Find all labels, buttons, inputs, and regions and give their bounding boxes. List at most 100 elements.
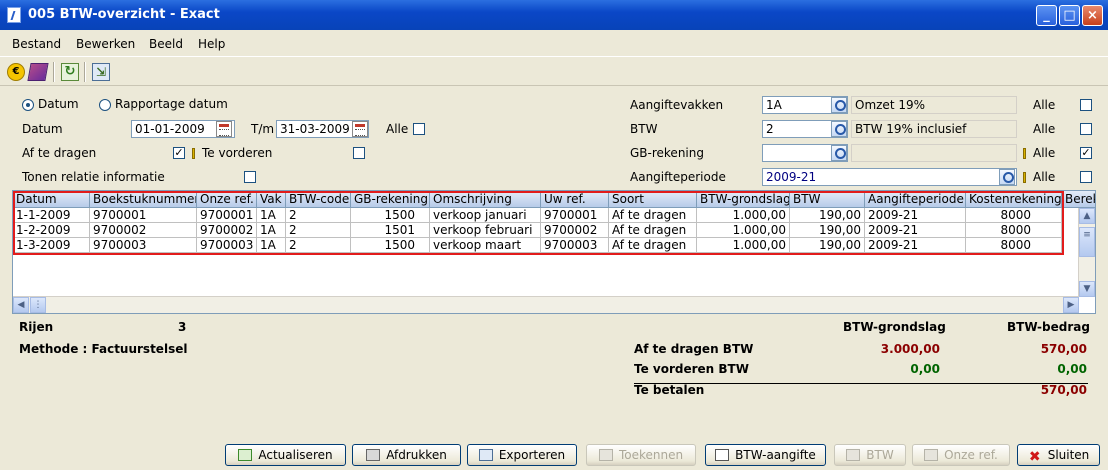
column-header[interactable]: Onze ref. <box>197 191 257 208</box>
column-header[interactable]: GB-rekening <box>351 191 430 208</box>
table-cell: 9700002 <box>541 223 609 238</box>
table-cell: verkoop januari <box>430 208 541 223</box>
aangiftevakken-label: Aangiftevakken <box>630 98 724 112</box>
window-title: 005 BTW-overzicht - Exact <box>28 7 220 22</box>
table-cell: 1.000,00 <box>697 238 790 253</box>
column-header[interactable]: BTW-grondslag <box>697 191 790 208</box>
exporteren-button[interactable]: Exporteren <box>467 444 577 466</box>
calendar-icon[interactable] <box>216 121 232 137</box>
table-cell: 1501 <box>351 223 430 238</box>
afdrukken-button[interactable]: Afdrukken <box>352 444 461 466</box>
af-te-dragen-btw-label: Af te dragen BTW <box>634 342 754 356</box>
close-icon: ✖ <box>1028 449 1041 465</box>
maximize-button[interactable]: □ <box>1059 5 1080 26</box>
menu-bestand[interactable]: Bestand <box>12 37 61 51</box>
toolbar-separator <box>53 62 55 82</box>
tonen-relatie-checkbox[interactable] <box>244 171 256 183</box>
column-header[interactable]: Soort <box>609 191 697 208</box>
table-cell: 2009-21 <box>865 223 966 238</box>
indicator-icon <box>1023 172 1026 183</box>
actualiseren-button[interactable]: Actualiseren <box>225 444 346 466</box>
vertical-scrollbar[interactable]: ▲ ≡ ▼ <box>1078 208 1095 297</box>
column-header[interactable]: Boekstuknummer <box>90 191 197 208</box>
aangiftevakken-alle-label: Alle <box>1033 98 1056 112</box>
radio-rapportage-label: Rapportage datum <box>115 97 228 111</box>
datum-alle-checkbox[interactable] <box>413 123 425 135</box>
column-header[interactable]: Kostenrekening <box>966 191 1062 208</box>
column-header[interactable]: Berek <box>1062 191 1095 208</box>
lookup-icon[interactable] <box>999 169 1015 185</box>
menu-beeld[interactable]: Beeld <box>149 37 183 51</box>
lookup-icon[interactable] <box>831 145 847 161</box>
periode-alle-checkbox[interactable] <box>1080 171 1092 183</box>
close-button[interactable]: × <box>1082 5 1103 26</box>
aangiftevakken-description: Omzet 19% <box>851 96 1017 114</box>
aangifteperiode-input[interactable]: 2009-21 <box>762 168 1017 186</box>
table-cell: Af te dragen <box>609 223 697 238</box>
radio-datum[interactable] <box>22 99 34 111</box>
aangifteperiode-label: Aangifteperiode <box>630 170 726 184</box>
table-cell: 9700001 <box>90 208 197 223</box>
column-header[interactable]: BTW-code <box>286 191 351 208</box>
af-te-dragen-label: Af te dragen <box>22 146 97 160</box>
af-bedrag-value: 570,00 <box>1040 342 1087 356</box>
scroll-right-icon[interactable]: ▶ <box>1063 297 1079 313</box>
column-header[interactable]: Omschrijving <box>430 191 541 208</box>
scroll-down-icon[interactable]: ▼ <box>1079 281 1095 297</box>
btw-alle-checkbox[interactable] <box>1080 123 1092 135</box>
lookup-icon[interactable] <box>831 121 847 137</box>
column-header[interactable]: BTW <box>790 191 865 208</box>
menu-help[interactable]: Help <box>198 37 225 51</box>
table-cell: 1A <box>257 208 286 223</box>
periode-alle-label: Alle <box>1033 170 1056 184</box>
minimize-button[interactable]: _ <box>1036 5 1057 26</box>
scroll-left-icon[interactable]: ◀ <box>13 297 29 313</box>
gb-alle-label: Alle <box>1033 146 1056 160</box>
table-cell: 2009-21 <box>865 208 966 223</box>
table-cell: 1A <box>257 223 286 238</box>
scroll-up-icon[interactable]: ▲ <box>1079 208 1095 224</box>
af-te-dragen-checkbox[interactable]: ✓ <box>173 147 185 159</box>
btw-button[interactable]: BTW <box>834 444 906 466</box>
rijen-value: 3 <box>178 320 187 334</box>
scroll-thumb[interactable]: ≡ <box>1079 227 1095 257</box>
grondslag-header: BTW-grondslag <box>843 320 946 334</box>
onze-ref-button[interactable]: Onze ref. <box>912 444 1010 466</box>
te-vorderen-checkbox[interactable] <box>353 147 365 159</box>
calendar-icon[interactable] <box>352 121 368 137</box>
table-cell: Af te dragen <box>609 238 697 253</box>
column-header[interactable]: Aangifteperiode <box>865 191 966 208</box>
aangiftevakken-alle-checkbox[interactable] <box>1080 99 1092 111</box>
tv-bedrag-value: 0,00 <box>1057 362 1087 376</box>
table-cell: verkoop maart <box>430 238 541 253</box>
gb-alle-checkbox[interactable]: ✓ <box>1080 147 1092 159</box>
table-cell: 9700001 <box>541 208 609 223</box>
euro-icon[interactable]: € <box>7 63 25 81</box>
column-header[interactable]: Vak <box>257 191 286 208</box>
scroll-thumb[interactable]: ⋮ <box>30 297 46 313</box>
table-cell: 9700002 <box>197 223 257 238</box>
horizontal-scrollbar[interactable]: ◀ ⋮ ▶ <box>13 296 1079 313</box>
sluiten-button[interactable]: ✖ Sluiten <box>1017 444 1100 466</box>
menu-bewerken[interactable]: Bewerken <box>76 37 135 51</box>
table-cell: 1-2-2009 <box>13 223 90 238</box>
radio-rapportage-datum[interactable] <box>99 99 111 111</box>
table-cell: 2 <box>286 208 351 223</box>
te-vorderen-btw-label: Te vorderen BTW <box>634 362 749 376</box>
btw-aangifte-button[interactable]: BTW-aangifte <box>705 444 826 466</box>
column-header[interactable]: Datum <box>13 191 90 208</box>
table-cell: 1500 <box>351 238 430 253</box>
column-header[interactable]: Uw ref. <box>541 191 609 208</box>
refresh-icon[interactable]: ↻ <box>61 63 79 81</box>
btw-description: BTW 19% inclusief <box>851 120 1017 138</box>
table-cell: 2009-21 <box>865 238 966 253</box>
table-cell: 9700003 <box>90 238 197 253</box>
table-cell: 9700003 <box>197 238 257 253</box>
export-icon[interactable]: ⇲ <box>92 63 110 81</box>
data-grid: Datum Boekstuknummer Onze ref. Vak BTW-c… <box>12 190 1096 314</box>
app-icon <box>7 7 21 23</box>
table-cell: 8000 <box>966 208 1062 223</box>
toekennen-button[interactable]: Toekennen <box>586 444 696 466</box>
lookup-icon[interactable] <box>831 97 847 113</box>
book-icon[interactable] <box>27 63 49 81</box>
